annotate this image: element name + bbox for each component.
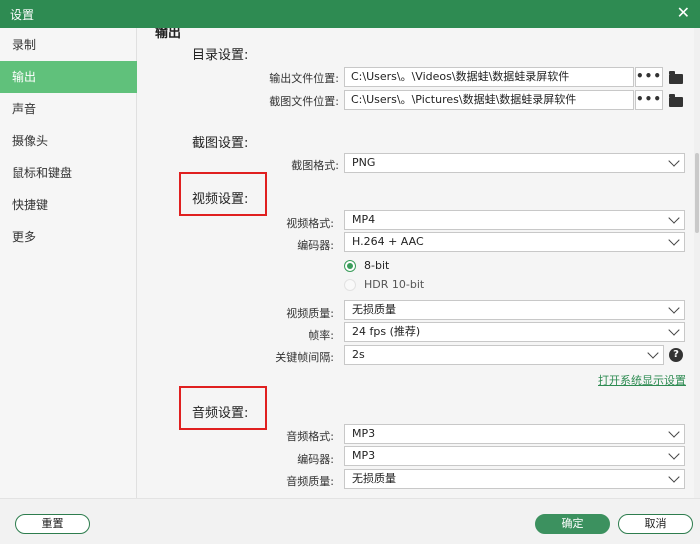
screenshot-format-select[interactable]: PNG [344, 153, 685, 173]
video-format-select[interactable]: MP4 [344, 210, 685, 230]
video-encoder-value: H.264 + AAC [352, 235, 424, 248]
sidebar-item-hotkeys[interactable]: 快捷键 [0, 189, 137, 221]
keyframe-interval-value: 2s [352, 348, 365, 361]
cancel-button[interactable]: 取消 [618, 514, 693, 534]
audio-quality-select[interactable]: 无损质量 [344, 469, 685, 489]
screenshot-settings-heading: 截图设置: [192, 136, 249, 151]
window-title: 设置 [10, 8, 35, 22]
screenshot-format-value: PNG [352, 156, 376, 169]
audio-settings-heading: 音频设置: [192, 406, 249, 421]
audio-encoder-label: 编码器: [297, 453, 334, 466]
audio-format-value: MP3 [352, 427, 376, 440]
keyframe-interval-select[interactable]: 2s [344, 345, 664, 365]
sidebar: 录制 输出 声音 摄像头 鼠标和键盘 快捷键 更多 [0, 28, 137, 498]
audio-format-label: 音频格式: [286, 430, 334, 443]
sidebar-item-more[interactable]: 更多 [0, 221, 137, 253]
sidebar-item-record[interactable]: 录制 [0, 29, 137, 61]
screenshot-location-field[interactable]: C:\Users\。\Pictures\数据蛙\数据蛙录屏软件 [344, 90, 634, 110]
sidebar-item-sound[interactable]: 声音 [0, 93, 137, 125]
radio-8bit-label: 8-bit [364, 259, 390, 272]
chevron-down-icon [668, 426, 680, 438]
video-settings-heading: 视频设置: [192, 192, 249, 207]
open-output-folder-icon[interactable] [669, 71, 683, 84]
settings-panel: 输出 目录设置: 输出文件位置: C:\Users\。\Videos\数据蛙\数… [137, 28, 700, 498]
sidebar-item-mouse-keyboard[interactable]: 鼠标和键盘 [0, 157, 137, 189]
chevron-down-icon [668, 234, 680, 246]
output-location-field[interactable]: C:\Users\。\Videos\数据蛙\数据蛙录屏软件 [344, 67, 634, 87]
radio-hdr10bit-label: HDR 10-bit [364, 278, 425, 291]
screenshot-location-label: 截图文件位置: [269, 95, 339, 108]
help-icon[interactable]: ? [669, 348, 683, 362]
chevron-down-icon [668, 324, 680, 336]
video-format-label: 视频格式: [286, 217, 334, 230]
framerate-value: 24 fps (推荐) [352, 325, 421, 338]
browse-screenshot-button[interactable]: ••• [635, 90, 663, 110]
open-display-settings-link[interactable]: 打开系统显示设置 [598, 372, 686, 388]
radio-hdr10bit[interactable] [344, 279, 356, 291]
browse-output-button[interactable]: ••• [635, 67, 663, 87]
chevron-down-icon [668, 448, 680, 460]
output-heading: 输出 [155, 28, 182, 41]
video-encoder-label: 编码器: [297, 239, 334, 252]
framerate-label: 帧率: [308, 329, 334, 342]
video-quality-label: 视频质量: [286, 307, 334, 320]
ok-button[interactable]: 确定 [535, 514, 610, 534]
output-location-label: 输出文件位置: [269, 72, 339, 85]
radio-8bit[interactable] [344, 260, 356, 272]
audio-format-select[interactable]: MP3 [344, 424, 685, 444]
chevron-down-icon [647, 347, 659, 359]
video-quality-select[interactable]: 无损质量 [344, 300, 685, 320]
footer: 重置 确定 取消 [0, 498, 700, 544]
chevron-down-icon [668, 155, 680, 167]
audio-quality-label: 音频质量: [286, 475, 334, 488]
chevron-down-icon [668, 471, 680, 483]
framerate-select[interactable]: 24 fps (推荐) [344, 322, 685, 342]
sidebar-item-output[interactable]: 输出 [0, 61, 137, 93]
directory-settings-heading: 目录设置: [192, 48, 249, 63]
video-quality-value: 无损质量 [352, 303, 396, 316]
chevron-down-icon [668, 212, 680, 224]
close-icon[interactable]: ✕ [677, 3, 690, 23]
screenshot-format-label: 截图格式: [291, 159, 339, 172]
video-format-value: MP4 [352, 213, 376, 226]
scrollbar[interactable] [694, 28, 700, 498]
sidebar-item-camera[interactable]: 摄像头 [0, 125, 137, 157]
reset-button[interactable]: 重置 [15, 514, 90, 534]
title-bar: 设置 ✕ [0, 0, 700, 28]
audio-quality-value: 无损质量 [352, 472, 396, 485]
open-screenshot-folder-icon[interactable] [669, 94, 683, 107]
chevron-down-icon [668, 302, 680, 314]
audio-encoder-value: MP3 [352, 449, 376, 462]
video-encoder-select[interactable]: H.264 + AAC [344, 232, 685, 252]
audio-encoder-select[interactable]: MP3 [344, 446, 685, 466]
keyframe-interval-label: 关键帧间隔: [275, 351, 334, 364]
scrollbar-thumb[interactable] [695, 153, 699, 233]
